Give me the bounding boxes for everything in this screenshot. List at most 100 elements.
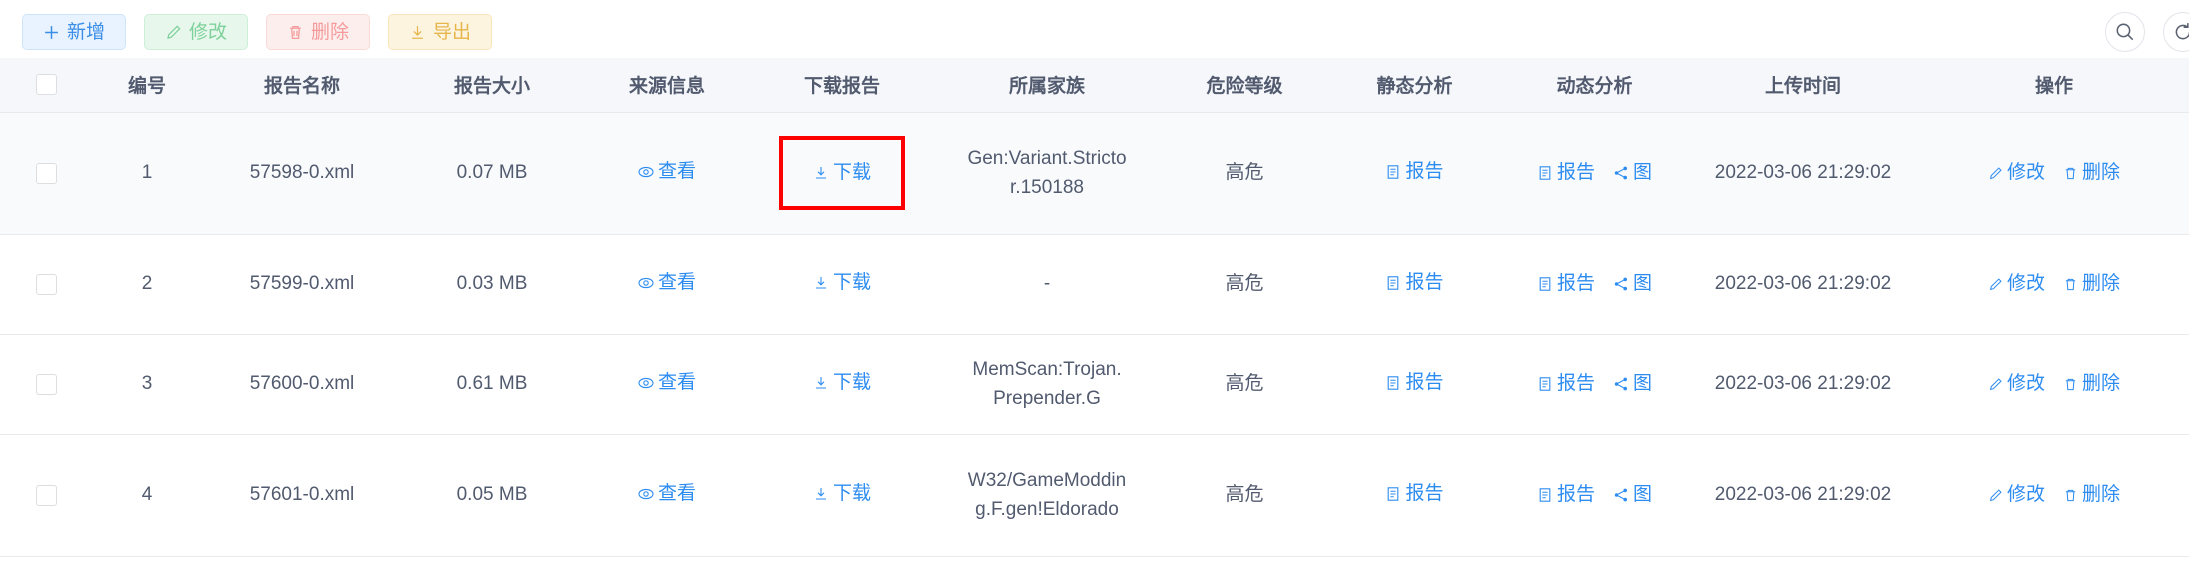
row-delete-label: 删除 — [2082, 273, 2121, 295]
header-download: 下载报告 — [752, 58, 932, 113]
action-toolbar: 新增 修改 删除 导出 — [0, 0, 2189, 58]
row-view-link[interactable]: 查看 — [638, 368, 696, 397]
row-size: 0.07 MB — [402, 112, 582, 235]
row-action-cell: 修改 删除 — [1919, 234, 2189, 335]
row-delete-label: 删除 — [2082, 162, 2121, 184]
row-checkbox[interactable] — [35, 162, 57, 184]
row-view-link[interactable]: 查看 — [638, 479, 696, 508]
table-row[interactable]: 3 57600-0.xml 0.61 MB 查看 下载 MemScan:Trojan.Pr… — [0, 334, 2189, 435]
table-row[interactable]: 4 57601-0.xml 0.05 MB 查看 下载 W32/GameModding.F… — [0, 434, 2189, 557]
delete-button[interactable]: 删除 — [266, 14, 370, 50]
row-static-cell: 报告 — [1327, 234, 1502, 335]
row-graph-link[interactable]: 图 — [1613, 158, 1652, 187]
row-graph-link[interactable]: 图 — [1613, 369, 1652, 398]
export-button[interactable]: 导出 — [388, 14, 492, 50]
header-source: 来源信息 — [582, 58, 752, 113]
row-dynamic-report-link[interactable]: 报告 — [1537, 158, 1595, 187]
row-checkbox[interactable] — [35, 273, 57, 295]
edit-button[interactable]: 修改 — [144, 14, 248, 50]
row-size: 0.03 MB — [402, 234, 582, 335]
row-id: 3 — [92, 334, 202, 435]
row-uptime: 2022-03-06 21:29:02 — [1687, 234, 1919, 335]
header-id: 编号 — [92, 58, 202, 113]
row-download-cell: 下载 — [752, 434, 932, 557]
header-static: 静态分析 — [1327, 58, 1502, 113]
row-edit-link[interactable]: 修改 — [1988, 158, 2045, 187]
row-delete-label: 删除 — [2082, 373, 2121, 395]
row-edit-link[interactable]: 修改 — [1988, 480, 2045, 509]
row-graph-label: 图 — [1633, 373, 1653, 395]
row-edit-label: 修改 — [2006, 373, 2045, 395]
row-static-report-link[interactable]: 报告 — [1385, 157, 1444, 186]
row-family: W32/GameModding.F.gen!Eldorado — [932, 434, 1162, 557]
row-risk: 高危 — [1162, 234, 1327, 335]
row-static-cell: 报告 — [1327, 112, 1502, 235]
row-checkbox[interactable] — [35, 373, 57, 395]
row-delete-link[interactable]: 删除 — [2063, 158, 2120, 187]
row-uptime: 2022-03-06 21:29:02 — [1687, 112, 1919, 235]
row-source-cell: 查看 — [582, 334, 752, 435]
row-dynamic-cell: 报告 图 — [1502, 234, 1687, 335]
row-view-label: 查看 — [657, 482, 696, 504]
row-static-report-link[interactable]: 报告 — [1385, 368, 1444, 397]
row-static-report-label: 报告 — [1405, 160, 1444, 182]
row-view-link[interactable]: 查看 — [638, 268, 696, 297]
row-graph-label: 图 — [1633, 162, 1653, 184]
row-name: 57600-0.xml — [202, 334, 402, 435]
row-delete-link[interactable]: 删除 — [2063, 269, 2120, 298]
row-graph-link[interactable]: 图 — [1613, 269, 1652, 298]
search-button[interactable] — [2105, 12, 2145, 52]
row-download-link[interactable]: 下载 — [813, 158, 871, 187]
header-name: 报告名称 — [202, 58, 402, 113]
trash-icon — [287, 24, 304, 41]
header-risk: 危险等级 — [1162, 58, 1327, 113]
row-uptime: 2022-03-06 21:29:02 — [1687, 334, 1919, 435]
row-dynamic-report-label: 报告 — [1556, 273, 1595, 295]
select-all-checkbox[interactable] — [35, 74, 57, 96]
row-checkbox[interactable] — [35, 484, 57, 506]
table-header-row: 编号 报告名称 报告大小 来源信息 下载报告 所属家族 危险等级 静态分析 动态… — [0, 58, 2189, 113]
row-graph-link[interactable]: 图 — [1613, 480, 1652, 509]
row-action-cell: 修改 删除 — [1919, 334, 2189, 435]
download-icon — [409, 24, 426, 41]
refresh-button[interactable] — [2163, 12, 2189, 52]
row-size: 0.05 MB — [402, 434, 582, 557]
row-static-cell: 报告 — [1327, 334, 1502, 435]
row-download-cell: 下载 — [752, 112, 932, 235]
row-delete-link[interactable]: 删除 — [2063, 480, 2120, 509]
row-delete-label: 删除 — [2082, 484, 2121, 506]
row-family: Gen:Variant.Strictor.150188 — [932, 112, 1162, 235]
row-static-report-link[interactable]: 报告 — [1385, 479, 1444, 508]
row-name: 57599-0.xml — [202, 234, 402, 335]
row-static-cell: 报告 — [1327, 434, 1502, 557]
add-button[interactable]: 新增 — [22, 14, 126, 50]
row-edit-link[interactable]: 修改 — [1988, 369, 2045, 398]
row-download-cell: 下载 — [752, 334, 932, 435]
row-delete-link[interactable]: 删除 — [2063, 369, 2120, 398]
table-row[interactable]: 2 57599-0.xml 0.03 MB 查看 下载 - 高危 报告 报告 图 2022-03-0… — [0, 234, 2189, 335]
plus-icon — [43, 24, 60, 41]
table-row[interactable]: 1 57598-0.xml 0.07 MB 查看 下载 Gen:Variant.Stric… — [0, 112, 2189, 235]
row-download-link[interactable]: 下载 — [813, 268, 871, 297]
row-select-cell — [0, 434, 92, 557]
row-static-report-link[interactable]: 报告 — [1385, 268, 1444, 297]
row-dynamic-report-link[interactable]: 报告 — [1537, 369, 1595, 398]
row-download-link[interactable]: 下载 — [813, 368, 871, 397]
row-dynamic-cell: 报告 图 — [1502, 334, 1687, 435]
delete-button-label: 删除 — [310, 21, 349, 43]
row-download-label: 下载 — [832, 271, 871, 293]
row-uptime: 2022-03-06 21:29:02 — [1687, 434, 1919, 557]
row-select-cell — [0, 334, 92, 435]
row-action-cell: 修改 删除 — [1919, 434, 2189, 557]
row-edit-link[interactable]: 修改 — [1988, 269, 2045, 298]
header-family: 所属家族 — [932, 58, 1162, 113]
row-dynamic-report-link[interactable]: 报告 — [1537, 480, 1595, 509]
refresh-icon — [2172, 21, 2189, 43]
row-view-link[interactable]: 查看 — [638, 157, 696, 186]
row-graph-label: 图 — [1633, 484, 1653, 506]
row-source-cell: 查看 — [582, 112, 752, 235]
row-download-link[interactable]: 下载 — [813, 479, 871, 508]
row-dynamic-report-link[interactable]: 报告 — [1537, 269, 1595, 298]
header-action: 操作 — [1919, 58, 2189, 113]
export-button-label: 导出 — [432, 21, 471, 43]
